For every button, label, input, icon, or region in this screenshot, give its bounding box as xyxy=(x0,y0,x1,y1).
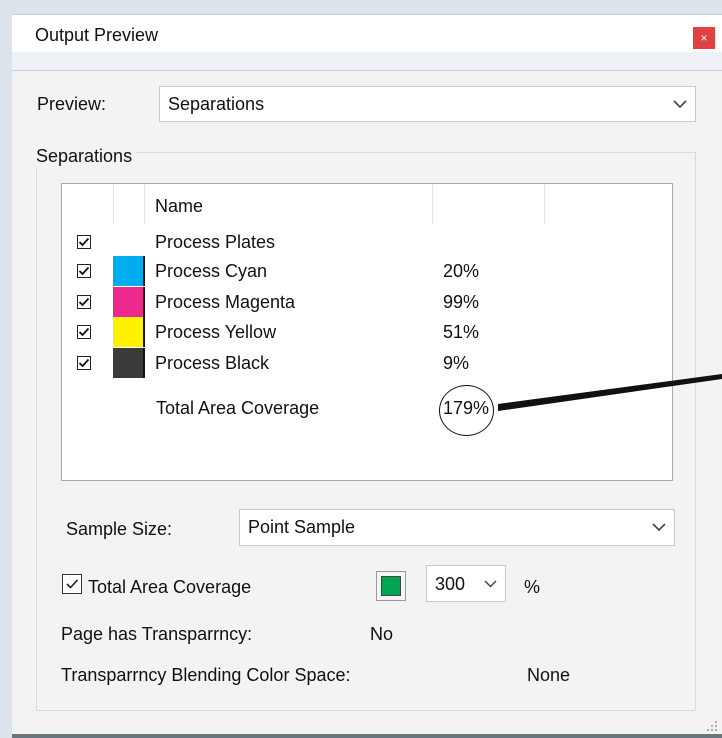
color-picker-button[interactable] xyxy=(376,571,406,601)
window-title: Output Preview xyxy=(35,25,159,45)
total-area-coverage-checkbox[interactable] xyxy=(62,574,82,594)
sample-size-label: Sample Size: xyxy=(66,519,173,539)
sample-size-select[interactable]: Point Sample xyxy=(239,509,675,546)
close-button[interactable]: × xyxy=(693,27,715,49)
callout-pointer xyxy=(498,374,722,411)
percent-unit: % xyxy=(524,577,541,597)
transparency-label: Page has Transparrncy: xyxy=(61,624,253,644)
transparency-value: No xyxy=(370,624,394,644)
bottom-edge xyxy=(12,734,722,738)
dialog-panel: Preview: Separations Separations Name Pr… xyxy=(12,70,722,735)
blending-label: Transparrncy Blending Color Space: xyxy=(61,665,351,685)
title-separator xyxy=(12,52,722,70)
color-swatch xyxy=(381,576,401,596)
resize-grip-icon[interactable] xyxy=(706,718,718,732)
title-bar: Output Preview × xyxy=(12,14,722,53)
total-area-coverage-label: Total Area Coverage xyxy=(88,577,252,597)
sample-size-value: Point Sample xyxy=(248,517,356,537)
tac-limit-select[interactable]: 300 xyxy=(426,565,506,602)
checkmark-icon xyxy=(66,579,79,589)
chevron-down-icon xyxy=(479,566,501,601)
chevron-down-icon xyxy=(644,510,674,545)
tac-limit-value: 300 xyxy=(435,574,466,594)
blending-value: None xyxy=(527,665,571,685)
